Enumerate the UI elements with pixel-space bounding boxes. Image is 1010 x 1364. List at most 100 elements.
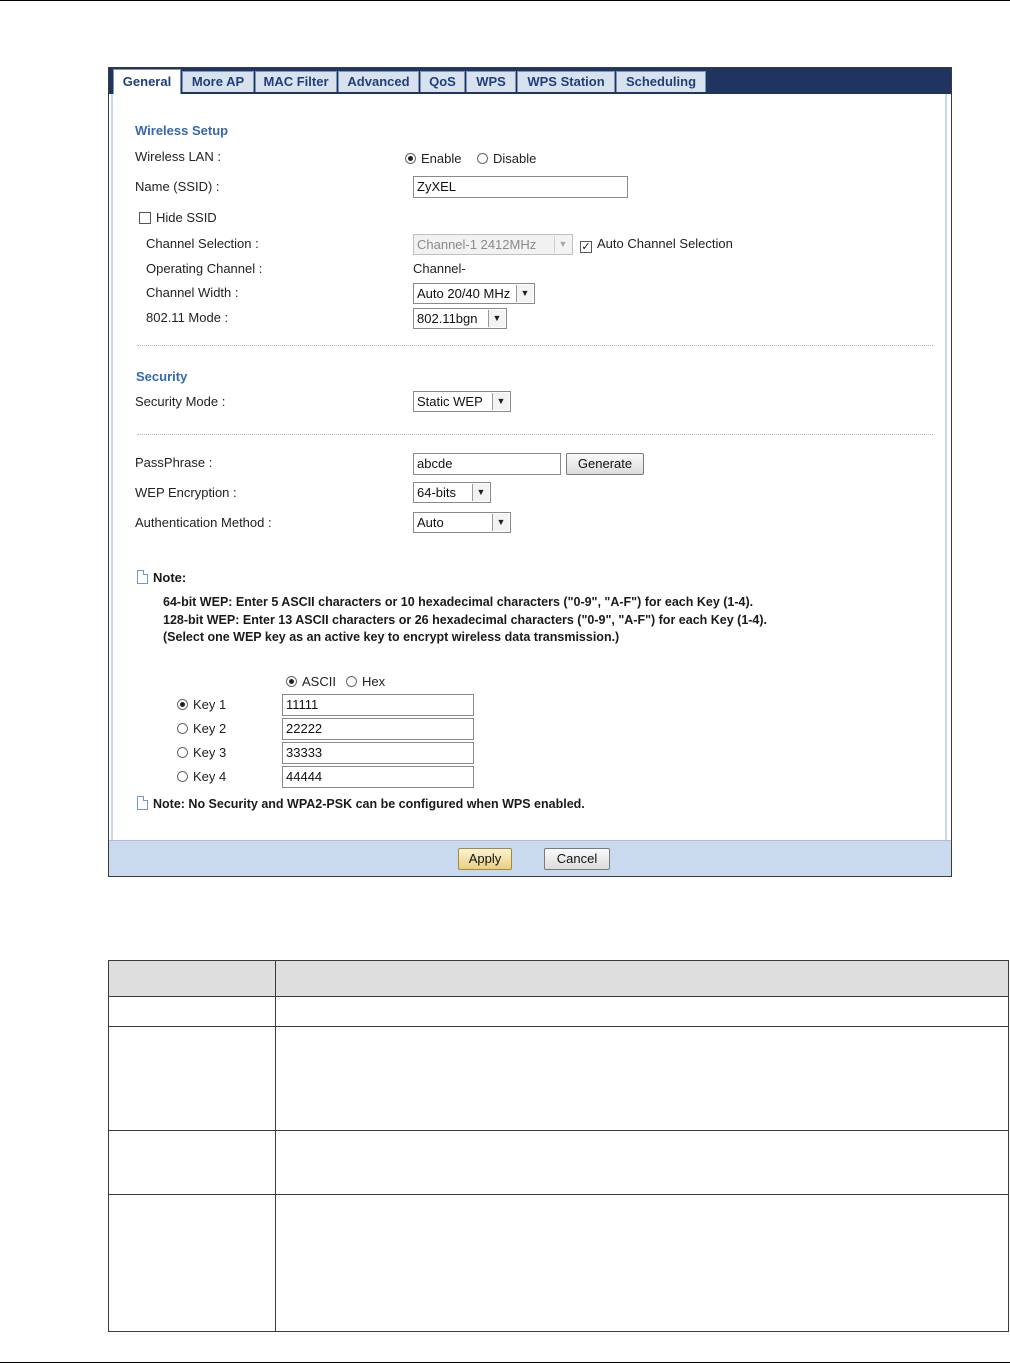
- table-cell: [274, 1130, 1010, 1195]
- mode-value: 802.11bgn: [417, 311, 478, 326]
- tab-advanced[interactable]: Advanced: [338, 71, 419, 92]
- auth-method-value: Auto: [417, 515, 444, 530]
- disable-radio[interactable]: [477, 153, 488, 164]
- tab-mac-filter[interactable]: MAC Filter: [255, 71, 337, 92]
- passphrase-input[interactable]: abcde: [413, 453, 561, 475]
- key-2-radio[interactable]: [177, 723, 188, 734]
- auth-method-label: Authentication Method :: [135, 515, 272, 530]
- channel-selection-select[interactable]: Channel-1 2412MHz ▼: [413, 234, 573, 255]
- auto-channel-option[interactable]: ✓ Auto Channel Selection: [580, 236, 733, 253]
- table-cell: [108, 1130, 276, 1195]
- wireless-setup-heading: Wireless Setup: [135, 123, 229, 138]
- key-4-radio[interactable]: [177, 771, 188, 782]
- channel-width-label: Channel Width :: [146, 285, 239, 300]
- hex-radio[interactable]: [346, 676, 357, 687]
- note-line-2: 128-bit WEP: Enter 13 ASCII characters o…: [163, 613, 768, 627]
- key-1-option[interactable]: Key 1: [177, 697, 226, 712]
- table-cell: [108, 1026, 276, 1131]
- key-3-input[interactable]: 33333: [282, 742, 474, 764]
- key-3-label: Key 3: [193, 745, 227, 760]
- key-3-radio[interactable]: [177, 747, 188, 758]
- note-line-1: 64-bit WEP: Enter 5 ASCII characters or …: [163, 595, 754, 609]
- tab-scheduling[interactable]: Scheduling: [616, 71, 706, 92]
- table-cell: [108, 1194, 276, 1332]
- channel-width-select[interactable]: Auto 20/40 MHz ▼: [413, 283, 535, 304]
- wep-encryption-select[interactable]: 64-bits ▼: [413, 482, 491, 503]
- passphrase-label: PassPhrase :: [135, 455, 213, 470]
- chevron-down-icon: ▼: [472, 484, 489, 501]
- chevron-down-icon: ▼: [488, 310, 505, 327]
- note-title: Note:: [153, 570, 187, 585]
- wireless-lan-enable-option[interactable]: Enable: [405, 151, 461, 166]
- operating-channel-value: Channel-: [413, 261, 466, 276]
- note-line-3: (Select one WEP key as an active key to …: [163, 630, 620, 644]
- page-top-rule: [0, 0, 1010, 1]
- enable-radio[interactable]: [405, 153, 416, 164]
- key-4-option[interactable]: Key 4: [177, 769, 226, 784]
- key-4-input[interactable]: 44444: [282, 766, 474, 788]
- operating-channel-label: Operating Channel :: [146, 261, 263, 276]
- tab-qos[interactable]: QoS: [420, 71, 465, 92]
- tab-general[interactable]: General: [113, 69, 181, 94]
- channel-selection-value: Channel-1 2412MHz: [417, 237, 537, 252]
- content-panel: Wireless Setup Wireless LAN : Enable Dis…: [111, 94, 947, 840]
- table-cell: [274, 1194, 1010, 1332]
- generate-button[interactable]: Generate: [566, 453, 644, 475]
- wps-note: Note: No Security and WPA2-PSK can be co…: [137, 796, 585, 811]
- mode-select[interactable]: 802.11bgn ▼: [413, 308, 507, 329]
- chevron-down-icon: ▼: [516, 285, 533, 302]
- tab-wps-station[interactable]: WPS Station: [517, 71, 615, 92]
- chevron-down-icon: ▼: [492, 393, 509, 410]
- mode-label: 802.11 Mode :: [146, 310, 229, 325]
- note-block: Note:: [137, 570, 186, 585]
- key-2-input[interactable]: 22222: [282, 718, 474, 740]
- security-mode-select[interactable]: Static WEP ▼: [413, 391, 511, 412]
- table-cell: [274, 1026, 1010, 1131]
- section-divider: [137, 345, 933, 346]
- key-3-option[interactable]: Key 3: [177, 745, 226, 760]
- ssid-label: Name (SSID) :: [135, 179, 220, 194]
- wireless-lan-label: Wireless LAN :: [135, 149, 221, 164]
- table-row: [108, 1130, 1010, 1195]
- field-description-table: [108, 960, 1010, 1332]
- key-1-input[interactable]: 11111: [282, 694, 474, 716]
- tab-wps[interactable]: WPS: [466, 71, 516, 92]
- hide-ssid-option[interactable]: Hide SSID: [139, 210, 217, 225]
- channel-width-value: Auto 20/40 MHz: [417, 286, 511, 301]
- chevron-down-icon: ▼: [492, 514, 509, 531]
- action-bar: Apply Cancel: [109, 840, 951, 876]
- hex-label: Hex: [362, 674, 386, 689]
- ascii-option[interactable]: ASCII: [286, 674, 336, 689]
- hex-option[interactable]: Hex: [346, 674, 385, 689]
- key-4-label: Key 4: [193, 769, 227, 784]
- enable-label: Enable: [421, 151, 462, 166]
- table-header-cell: [108, 960, 276, 997]
- wireless-lan-disable-option[interactable]: Disable: [477, 151, 536, 166]
- ssid-input[interactable]: ZyXEL: [413, 176, 628, 198]
- chevron-down-icon: ▼: [554, 236, 571, 253]
- channel-selection-label: Channel Selection :: [146, 236, 259, 251]
- section-divider: [137, 434, 933, 435]
- key-2-option[interactable]: Key 2: [177, 721, 226, 736]
- cancel-button[interactable]: Cancel: [544, 848, 610, 870]
- table-cell: [108, 996, 276, 1027]
- disable-label: Disable: [493, 151, 537, 166]
- note-icon: [137, 570, 148, 584]
- table-row: [108, 1026, 1010, 1131]
- security-heading: Security: [136, 369, 188, 384]
- security-mode-label: Security Mode :: [135, 394, 226, 409]
- auth-method-select[interactable]: Auto ▼: [413, 512, 511, 533]
- key-1-label: Key 1: [193, 697, 227, 712]
- key-1-radio[interactable]: [177, 699, 188, 710]
- key-2-label: Key 2: [193, 721, 227, 736]
- wps-note-text: Note: No Security and WPA2-PSK can be co…: [153, 797, 585, 811]
- auto-channel-checkbox[interactable]: ✓: [580, 241, 592, 253]
- security-mode-value: Static WEP: [417, 394, 483, 409]
- page-bottom-rule: [0, 1362, 1010, 1363]
- auto-channel-label: Auto Channel Selection: [597, 236, 733, 251]
- tab-bar: General More AP MAC Filter Advanced QoS …: [109, 68, 951, 94]
- hide-ssid-checkbox[interactable]: [139, 212, 151, 224]
- apply-button[interactable]: Apply: [458, 848, 512, 870]
- ascii-radio[interactable]: [286, 676, 297, 687]
- tab-more-ap[interactable]: More AP: [182, 71, 254, 92]
